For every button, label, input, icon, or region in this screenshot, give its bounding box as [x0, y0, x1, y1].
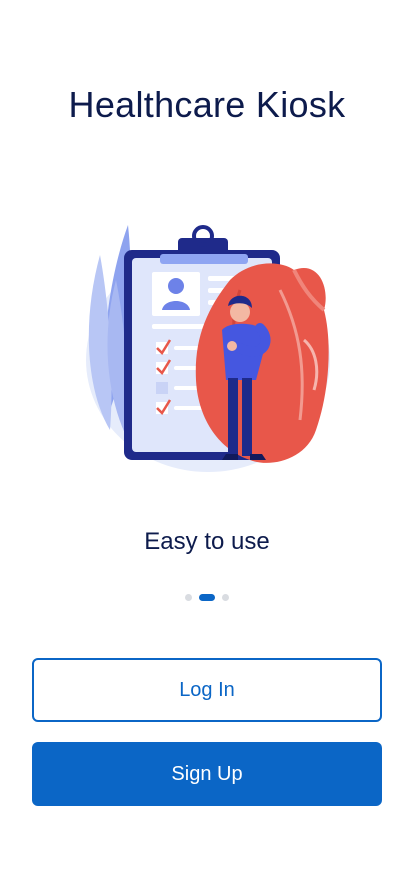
page-indicator-dot-1[interactable]	[185, 594, 192, 601]
signup-button-label: Sign Up	[171, 762, 243, 785]
signup-button[interactable]: Sign Up	[32, 742, 382, 806]
app-title: Healthcare Kiosk	[68, 84, 346, 125]
heart-clipboard-illustration	[86, 225, 330, 472]
login-button[interactable]: Log In	[32, 658, 382, 722]
login-button-label: Log In	[179, 678, 235, 701]
page-indicator-dot-2-active[interactable]	[199, 594, 215, 601]
page-indicator	[0, 594, 414, 601]
onboarding-caption: Easy to use	[144, 528, 270, 555]
page-indicator-dot-3[interactable]	[222, 594, 229, 601]
onboarding-screen: Healthcare Kiosk Easy to use Log In Sign…	[0, 0, 414, 896]
